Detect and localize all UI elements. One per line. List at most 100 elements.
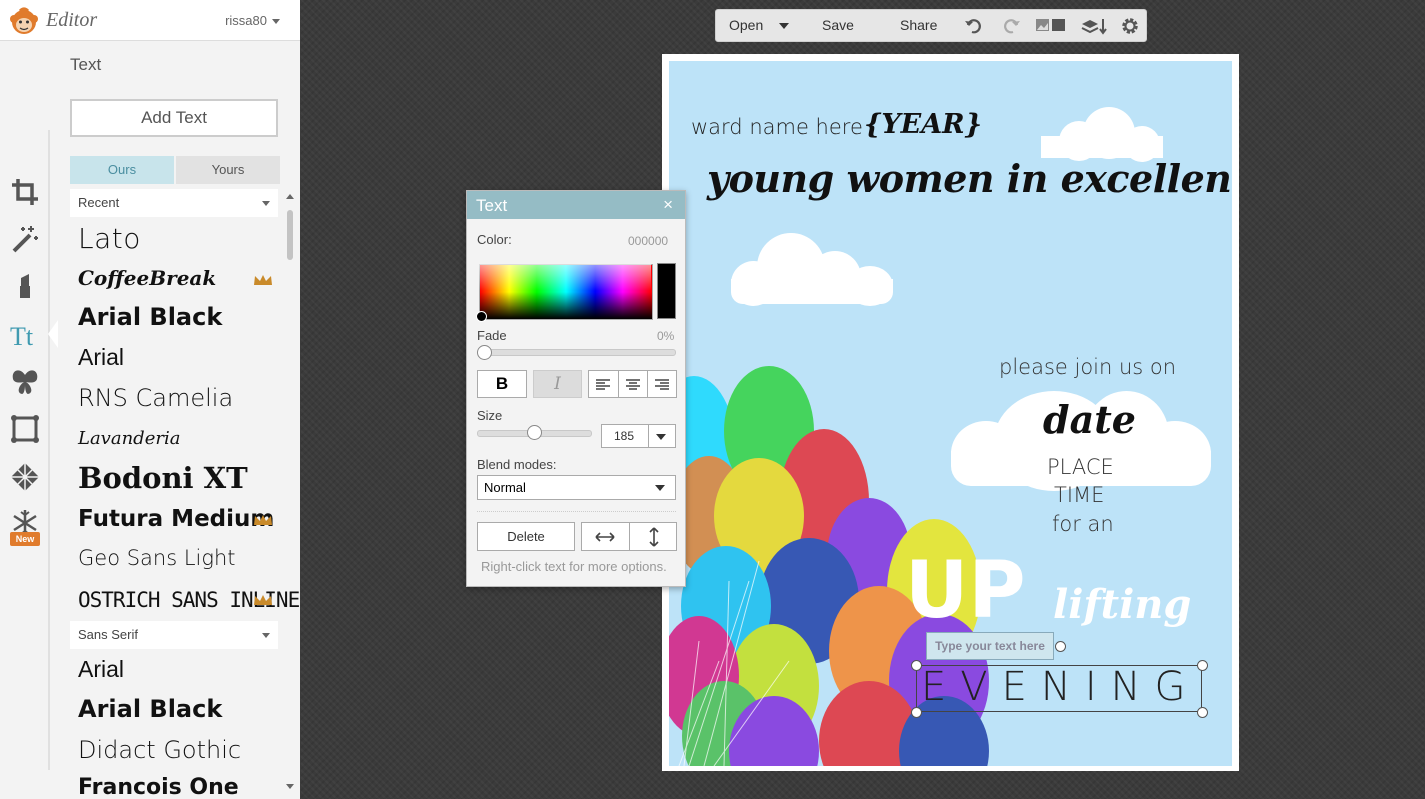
overlays-tool[interactable] bbox=[8, 365, 42, 399]
resize-handle[interactable] bbox=[911, 707, 922, 718]
font-item[interactable]: Arial bbox=[78, 656, 124, 692]
flip-vertical-icon[interactable] bbox=[646, 526, 662, 548]
lifting-text[interactable]: lifting bbox=[1053, 581, 1191, 628]
textures-tool[interactable] bbox=[8, 460, 42, 494]
new-badge: New bbox=[10, 532, 40, 546]
resize-handle[interactable] bbox=[911, 660, 922, 671]
gear-icon[interactable] bbox=[1120, 16, 1140, 36]
scroll-up-icon[interactable] bbox=[286, 194, 294, 199]
fade-slider-track[interactable] bbox=[479, 349, 676, 356]
crop-icon bbox=[12, 179, 38, 205]
font-item[interactable]: Bodoni XT bbox=[78, 461, 248, 497]
resize-handle[interactable] bbox=[1197, 660, 1208, 671]
fade-slider-knob[interactable] bbox=[477, 345, 492, 360]
rotate-handle[interactable] bbox=[1055, 641, 1066, 652]
blend-mode-select[interactable]: Normal bbox=[477, 475, 676, 500]
text-tt-icon: Tt bbox=[10, 322, 34, 350]
user-menu[interactable]: rissa80 bbox=[225, 13, 280, 28]
open-button[interactable]: Open bbox=[729, 10, 763, 41]
up-text[interactable]: UP bbox=[905, 551, 1026, 631]
text-tool[interactable]: Tt bbox=[8, 318, 42, 352]
divider bbox=[648, 425, 649, 447]
scroll-down-icon[interactable] bbox=[286, 784, 294, 789]
chevron-down-icon bbox=[262, 201, 270, 206]
color-picker-handle[interactable] bbox=[476, 311, 487, 322]
font-item[interactable]: Geo Sans Light bbox=[78, 546, 236, 582]
undo-icon[interactable] bbox=[964, 16, 984, 36]
date-text[interactable]: date bbox=[1043, 397, 1136, 442]
fade-label: Fade bbox=[477, 328, 507, 343]
open-dropdown-icon[interactable] bbox=[779, 23, 789, 29]
effects-tool[interactable] bbox=[8, 222, 42, 256]
panel-title: Text bbox=[70, 55, 102, 74]
compare-images-icon[interactable] bbox=[1035, 16, 1067, 36]
font-item[interactable]: Arial Black bbox=[78, 303, 222, 339]
font-item[interactable]: CoffeeBreak bbox=[78, 266, 216, 302]
save-button[interactable]: Save bbox=[822, 10, 854, 41]
blend-modes-label: Blend modes: bbox=[477, 457, 557, 472]
tab-yours[interactable]: Yours bbox=[176, 156, 280, 184]
divider bbox=[618, 371, 619, 397]
divider bbox=[477, 511, 676, 513]
frames-tool[interactable] bbox=[8, 412, 42, 446]
crown-icon bbox=[254, 515, 272, 525]
ward-name-text[interactable]: ward name here bbox=[691, 115, 863, 139]
size-input[interactable]: 185 bbox=[601, 424, 676, 448]
dialog-header[interactable]: Text × bbox=[467, 191, 685, 219]
spectrum-highlight bbox=[479, 264, 651, 291]
font-item[interactable]: Lato bbox=[78, 222, 141, 258]
flip-horizontal-icon[interactable] bbox=[594, 529, 616, 545]
color-hex-value[interactable]: 000000 bbox=[628, 234, 668, 248]
font-item[interactable]: Didact Gothic bbox=[78, 736, 241, 772]
font-item[interactable]: RNS Camelia bbox=[78, 384, 233, 420]
crown-icon bbox=[254, 595, 272, 605]
font-group-recent[interactable]: Recent bbox=[70, 189, 278, 217]
resize-handle[interactable] bbox=[1197, 707, 1208, 718]
bold-button[interactable]: B bbox=[477, 370, 527, 398]
size-slider-knob[interactable] bbox=[527, 425, 542, 440]
crop-tool[interactable] bbox=[8, 175, 42, 209]
touch-up-tool[interactable] bbox=[8, 268, 42, 302]
font-item[interactable]: Futura Medium bbox=[78, 506, 274, 542]
time-text[interactable]: TIME bbox=[1054, 483, 1104, 507]
texture-diamond-icon bbox=[11, 463, 39, 491]
close-icon[interactable]: × bbox=[663, 195, 673, 215]
tool-rail: Tt bbox=[0, 40, 50, 799]
align-right-icon[interactable] bbox=[654, 377, 670, 393]
color-label: Color: bbox=[477, 232, 512, 247]
scrollbar-thumb[interactable] bbox=[287, 210, 293, 260]
redo-icon[interactable] bbox=[1001, 16, 1021, 36]
color-swatch bbox=[657, 263, 676, 319]
align-left-icon[interactable] bbox=[595, 377, 611, 393]
font-item[interactable]: Arial Black bbox=[78, 695, 222, 731]
cloud bbox=[1139, 421, 1211, 486]
flip-group bbox=[581, 522, 677, 551]
design-canvas[interactable]: ward name here {YEAR} young women in exc… bbox=[669, 61, 1232, 766]
font-item[interactable]: Francois One bbox=[78, 775, 239, 799]
monkey-logo-icon[interactable] bbox=[8, 5, 40, 37]
headline-text[interactable]: young women in excellence bbox=[707, 156, 1232, 201]
chevron-down-icon[interactable] bbox=[656, 434, 666, 440]
italic-button[interactable]: I bbox=[533, 370, 582, 398]
add-text-button[interactable]: Add Text bbox=[70, 99, 278, 137]
butterfly-icon bbox=[12, 370, 38, 394]
layers-sort-icon[interactable] bbox=[1081, 16, 1109, 36]
share-button[interactable]: Share bbox=[900, 10, 937, 41]
sidebar: Editor rissa80 Tt New Text Add Text Ours… bbox=[0, 0, 300, 799]
year-text[interactable]: {YEAR} bbox=[864, 109, 982, 140]
font-item[interactable]: Arial bbox=[78, 344, 124, 380]
join-text[interactable]: please join us on bbox=[999, 355, 1176, 379]
frame-icon bbox=[11, 415, 39, 443]
divider bbox=[647, 371, 648, 397]
text-input-overlay[interactable]: Type your text here bbox=[926, 632, 1054, 660]
app-header: Editor rissa80 bbox=[0, 0, 300, 41]
evening-text[interactable]: EVENING bbox=[921, 664, 1200, 710]
tab-ours[interactable]: Ours bbox=[70, 156, 174, 184]
delete-button[interactable]: Delete bbox=[477, 522, 575, 551]
font-group-sans-serif[interactable]: Sans Serif bbox=[70, 621, 278, 649]
size-value: 185 bbox=[614, 429, 635, 443]
place-text[interactable]: PLACE bbox=[1047, 455, 1114, 479]
for-an-text[interactable]: for an bbox=[1052, 512, 1114, 536]
align-center-icon[interactable] bbox=[625, 377, 641, 393]
font-item[interactable]: Lavanderia bbox=[78, 428, 180, 464]
